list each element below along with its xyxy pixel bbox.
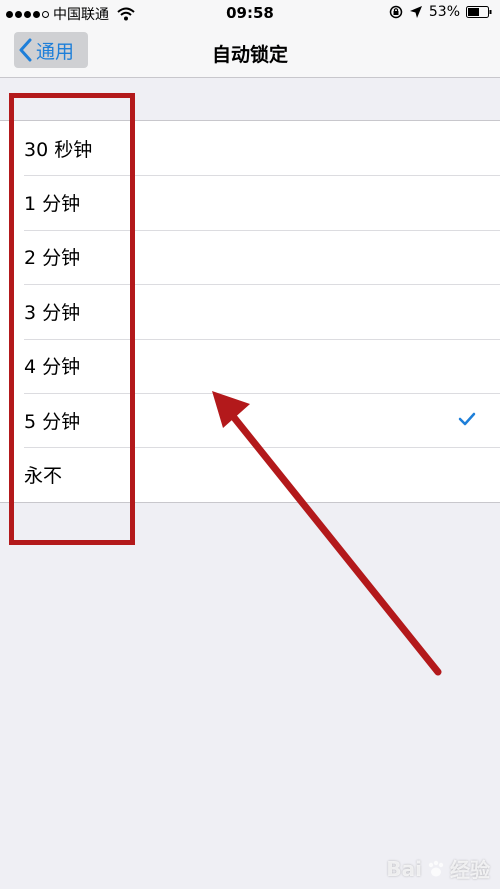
status-right: 53% <box>389 4 492 20</box>
option-3-minutes[interactable]: 3 分钟 <box>0 284 500 338</box>
page-title: 自动锁定 <box>211 44 288 66</box>
option-label: 2 分钟 <box>24 247 81 270</box>
battery-icon <box>466 6 492 18</box>
navigation-bar: 通用 自动锁定 <box>0 28 500 78</box>
option-label: 3 分钟 <box>24 301 81 324</box>
battery-percent: 53% <box>428 4 460 20</box>
paw-icon <box>428 860 444 876</box>
location-arrow-icon <box>409 6 422 18</box>
option-2-minutes[interactable]: 2 分钟 <box>0 229 500 284</box>
rotation-lock-icon <box>389 5 403 19</box>
option-5-minutes[interactable]: 5 分钟 <box>0 392 500 447</box>
auto-lock-options-list: 30 秒钟 1 分钟 2 分钟 3 分钟 4 分钟 5 分钟 永不 <box>0 120 500 503</box>
watermark-logo-text: Bai <box>386 856 422 881</box>
option-4-minutes[interactable]: 4 分钟 <box>0 338 500 393</box>
watermark-suffix: 经验 <box>450 858 490 882</box>
status-bar: 中国联通 09:58 53% <box>0 0 500 28</box>
checkmark-icon <box>458 412 476 426</box>
option-label: 永不 <box>24 465 63 488</box>
baidu-watermark: Bai 经验 <box>386 854 490 883</box>
option-label: 5 分钟 <box>24 410 81 433</box>
option-1-minute[interactable]: 1 分钟 <box>0 175 500 229</box>
option-label: 30 秒钟 <box>24 138 93 161</box>
option-label: 1 分钟 <box>24 193 81 216</box>
option-label: 4 分钟 <box>24 356 81 379</box>
option-never[interactable]: 永不 <box>0 447 500 501</box>
option-30-seconds[interactable]: 30 秒钟 <box>0 121 500 175</box>
